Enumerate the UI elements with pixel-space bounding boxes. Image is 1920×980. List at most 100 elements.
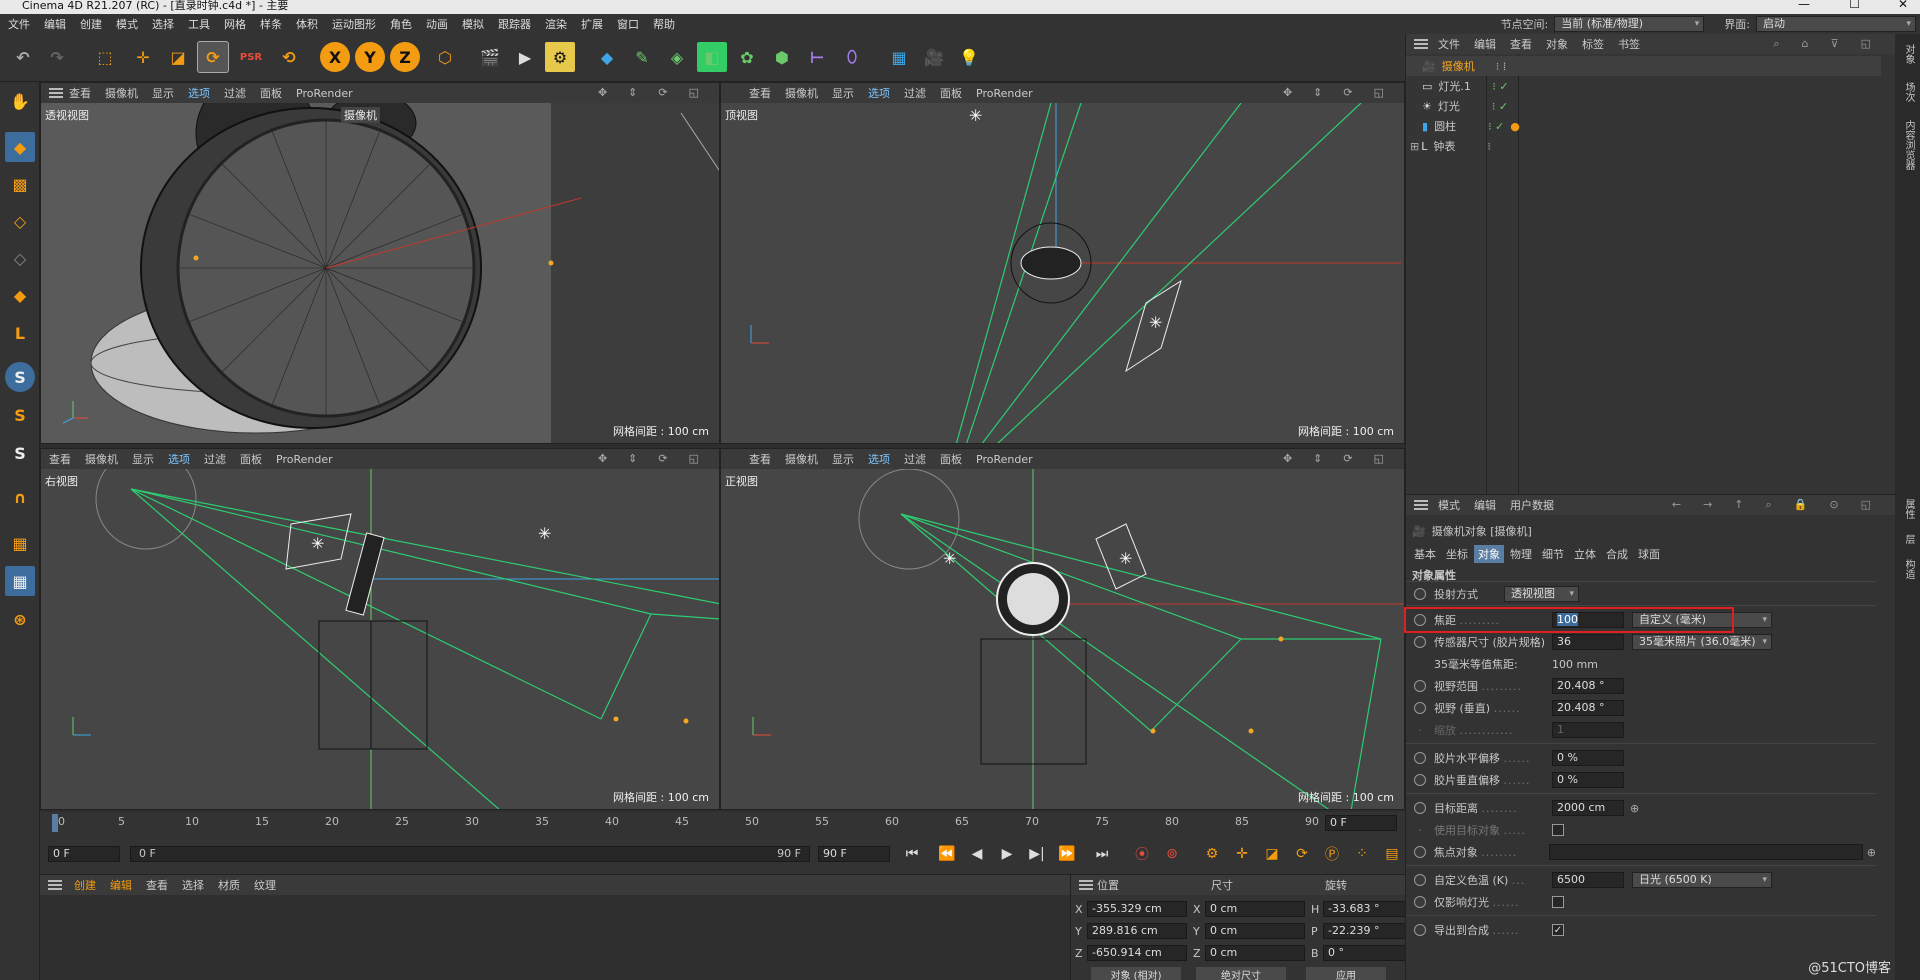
z-axis-icon[interactable]: Z <box>390 42 420 72</box>
anim-radio[interactable] <box>1414 802 1426 814</box>
orbit-icon[interactable]: ⟳ <box>658 452 667 465</box>
tab-object[interactable]: 对象 <box>1474 545 1504 563</box>
vp-menu-panel[interactable]: 面板 <box>260 85 282 101</box>
vp-menu-panel[interactable]: 面板 <box>940 451 962 467</box>
visibility-dots-icon[interactable]: ⁝ <box>1487 140 1491 153</box>
object-row[interactable]: ▮ 圆柱 ⁝ ✓ ● <box>1406 116 1881 136</box>
snap-icon[interactable]: S <box>5 362 35 392</box>
vp-menu-panel[interactable]: 面板 <box>940 85 962 101</box>
vp-menu-camera[interactable]: 摄像机 <box>105 85 138 101</box>
pan-icon[interactable]: ✥ <box>598 452 607 465</box>
rotate-tool-icon[interactable]: ⟳ <box>197 41 229 73</box>
x-axis-icon[interactable]: X <box>320 42 350 72</box>
field-icon[interactable]: ⬯ <box>837 42 867 72</box>
viewport-top[interactable]: 查看 摄像机 显示 选项 过滤 面板 ProRender ✥ ⇕ ⟳ ◱ ✳ ✳ 顶视… <box>720 82 1405 444</box>
vp-menu-view[interactable]: 查看 <box>69 85 91 101</box>
maximize-view-icon[interactable]: ◱ <box>689 86 699 99</box>
start-frame-field[interactable]: 0 F <box>48 846 120 862</box>
side-tab-layers[interactable]: 层 <box>1901 534 1916 544</box>
vp-menu-options[interactable]: 选项 <box>168 451 190 467</box>
orbit-icon[interactable]: ⟳ <box>1343 86 1352 99</box>
snap-settings-icon[interactable]: S <box>5 400 35 430</box>
mat-menu-material[interactable]: 材质 <box>218 877 240 893</box>
edges-mode-icon[interactable]: ◇ <box>5 243 35 273</box>
tab-basic[interactable]: 基本 <box>1410 545 1440 563</box>
mograph-icon[interactable]: ⬢ <box>767 42 797 72</box>
close-button[interactable]: ✕ <box>1898 0 1908 10</box>
attr-menu-userdata[interactable]: 用户数据 <box>1510 497 1554 513</box>
vp-menu-display[interactable]: 显示 <box>832 85 854 101</box>
key-rotation-icon[interactable]: ⟳ <box>1290 842 1314 866</box>
layout-dropdown[interactable]: 启动 <box>1756 16 1916 32</box>
object-name[interactable]: 圆柱 <box>1434 118 1484 134</box>
vp-menu-filter[interactable]: 过滤 <box>904 451 926 467</box>
anim-radio[interactable] <box>1414 846 1426 858</box>
menu-edit[interactable]: 编辑 <box>44 16 66 32</box>
vp-menu-camera[interactable]: 摄像机 <box>85 451 118 467</box>
color-temp-field[interactable]: 6500 <box>1552 872 1624 888</box>
mat-menu-texture[interactable]: 纹理 <box>254 877 276 893</box>
fov-field[interactable]: 20.408 ° <box>1552 678 1624 694</box>
timeline-ruler[interactable]: 0 5 10 15 20 25 30 35 40 45 50 55 60 65 … <box>40 812 1405 834</box>
maximize-view-icon[interactable]: ◱ <box>1374 452 1384 465</box>
dolly-icon[interactable]: ⇕ <box>628 86 637 99</box>
scale-tool-icon[interactable]: ◪ <box>163 42 193 72</box>
obj-menu-tags[interactable]: 标签 <box>1582 36 1604 52</box>
rot-p-field[interactable]: -22.239 ° <box>1323 923 1408 939</box>
axis-mode-icon[interactable]: L <box>5 318 35 348</box>
render-view-icon[interactable]: 🎬 <box>475 42 505 72</box>
menu-icon[interactable] <box>1414 500 1428 510</box>
next-key-icon[interactable]: ⏩ <box>1055 842 1079 866</box>
minimize-button[interactable]: — <box>1798 0 1810 10</box>
filter-icon[interactable]: ⊽ <box>1831 37 1839 51</box>
up-arrow-icon[interactable]: ↑ <box>1734 498 1743 512</box>
auto-key-icon[interactable]: ⊚ <box>1160 842 1184 866</box>
make-editable-icon[interactable]: ✋ <box>5 86 35 116</box>
deformer-icon[interactable]: ⊢ <box>802 42 832 72</box>
anim-radio[interactable] <box>1414 752 1426 764</box>
side-tab-structure[interactable]: 构造 <box>1901 559 1916 579</box>
object-row[interactable]: ⊞ L 钟表 ⁝ <box>1406 136 1881 156</box>
maximize-view-icon[interactable]: ◱ <box>689 452 699 465</box>
floor-icon[interactable]: ▦ <box>884 42 914 72</box>
tab-composition[interactable]: 合成 <box>1602 545 1632 563</box>
menu-simulate[interactable]: 模拟 <box>462 16 484 32</box>
vp-menu-options[interactable]: 选项 <box>188 85 210 101</box>
rot-b-field[interactable]: 0 ° <box>1323 945 1408 961</box>
coord-mode-dropdown[interactable]: 对象 (相对) <box>1091 967 1181 980</box>
pos-y-field[interactable]: 289.816 cm <box>1087 923 1187 939</box>
move-tool-icon[interactable]: ✛ <box>128 42 158 72</box>
menu-character[interactable]: 角色 <box>390 16 412 32</box>
tab-coord[interactable]: 坐标 <box>1442 545 1472 563</box>
vp-menu-view[interactable]: 查看 <box>749 85 771 101</box>
back-arrow-icon[interactable]: ← <box>1672 498 1681 512</box>
export-composition-checkbox[interactable]: ✓ <box>1552 924 1564 936</box>
menu-mode[interactable]: 模式 <box>116 16 138 32</box>
attr-menu-edit[interactable]: 编辑 <box>1474 497 1496 513</box>
grid-snap-icon[interactable]: ⊛ <box>5 604 35 634</box>
anim-radio[interactable] <box>1414 924 1426 936</box>
mat-menu-select[interactable]: 选择 <box>182 877 204 893</box>
viewport-perspective[interactable]: 查看 摄像机 显示 选项 过滤 面板 ProRender ✥ ⇕ ⟳ ◱ 透视视… <box>40 82 720 444</box>
menu-mesh[interactable]: 网格 <box>224 16 246 32</box>
pos-z-field[interactable]: -650.914 cm <box>1087 945 1187 961</box>
current-frame-field[interactable]: 0 F <box>1325 815 1397 831</box>
forward-arrow-icon[interactable]: → <box>1703 498 1712 512</box>
menu-animate[interactable]: 动画 <box>426 16 448 32</box>
end-frame-field[interactable]: 90 F <box>818 846 890 862</box>
maximize-button[interactable]: ☐ <box>1849 0 1860 10</box>
pen-icon[interactable]: ✎ <box>627 42 657 72</box>
apply-button[interactable]: 应用 <box>1306 967 1386 980</box>
anim-radio[interactable] <box>1414 774 1426 786</box>
search-icon[interactable]: ⌕ <box>1773 37 1779 51</box>
viewport-right[interactable]: 查看 摄像机 显示 选项 过滤 面板 ProRender ✥ ⇕ ⟳ ◱ ✳ ✳ <box>40 448 720 810</box>
snap-vertex-icon[interactable]: S <box>5 438 35 468</box>
play-icon[interactable]: ▶ <box>995 842 1019 866</box>
object-row[interactable]: ☀ 灯光 ⁝ ✓ <box>1406 96 1881 116</box>
texture-mode-icon[interactable]: ▩ <box>5 169 35 199</box>
affect-lights-checkbox[interactable] <box>1552 896 1564 908</box>
dolly-icon[interactable]: ⇕ <box>1313 86 1322 99</box>
viewport-canvas[interactable]: 透视视图 摄像机 网格间距 : 100 cm <box>41 103 719 443</box>
viewport-front[interactable]: 查看 摄像机 显示 选项 过滤 面板 ProRender ✥ ⇕ ⟳ ◱ ✳ ✳ <box>720 448 1405 810</box>
render-settings-icon[interactable]: ⚙ <box>545 42 575 72</box>
